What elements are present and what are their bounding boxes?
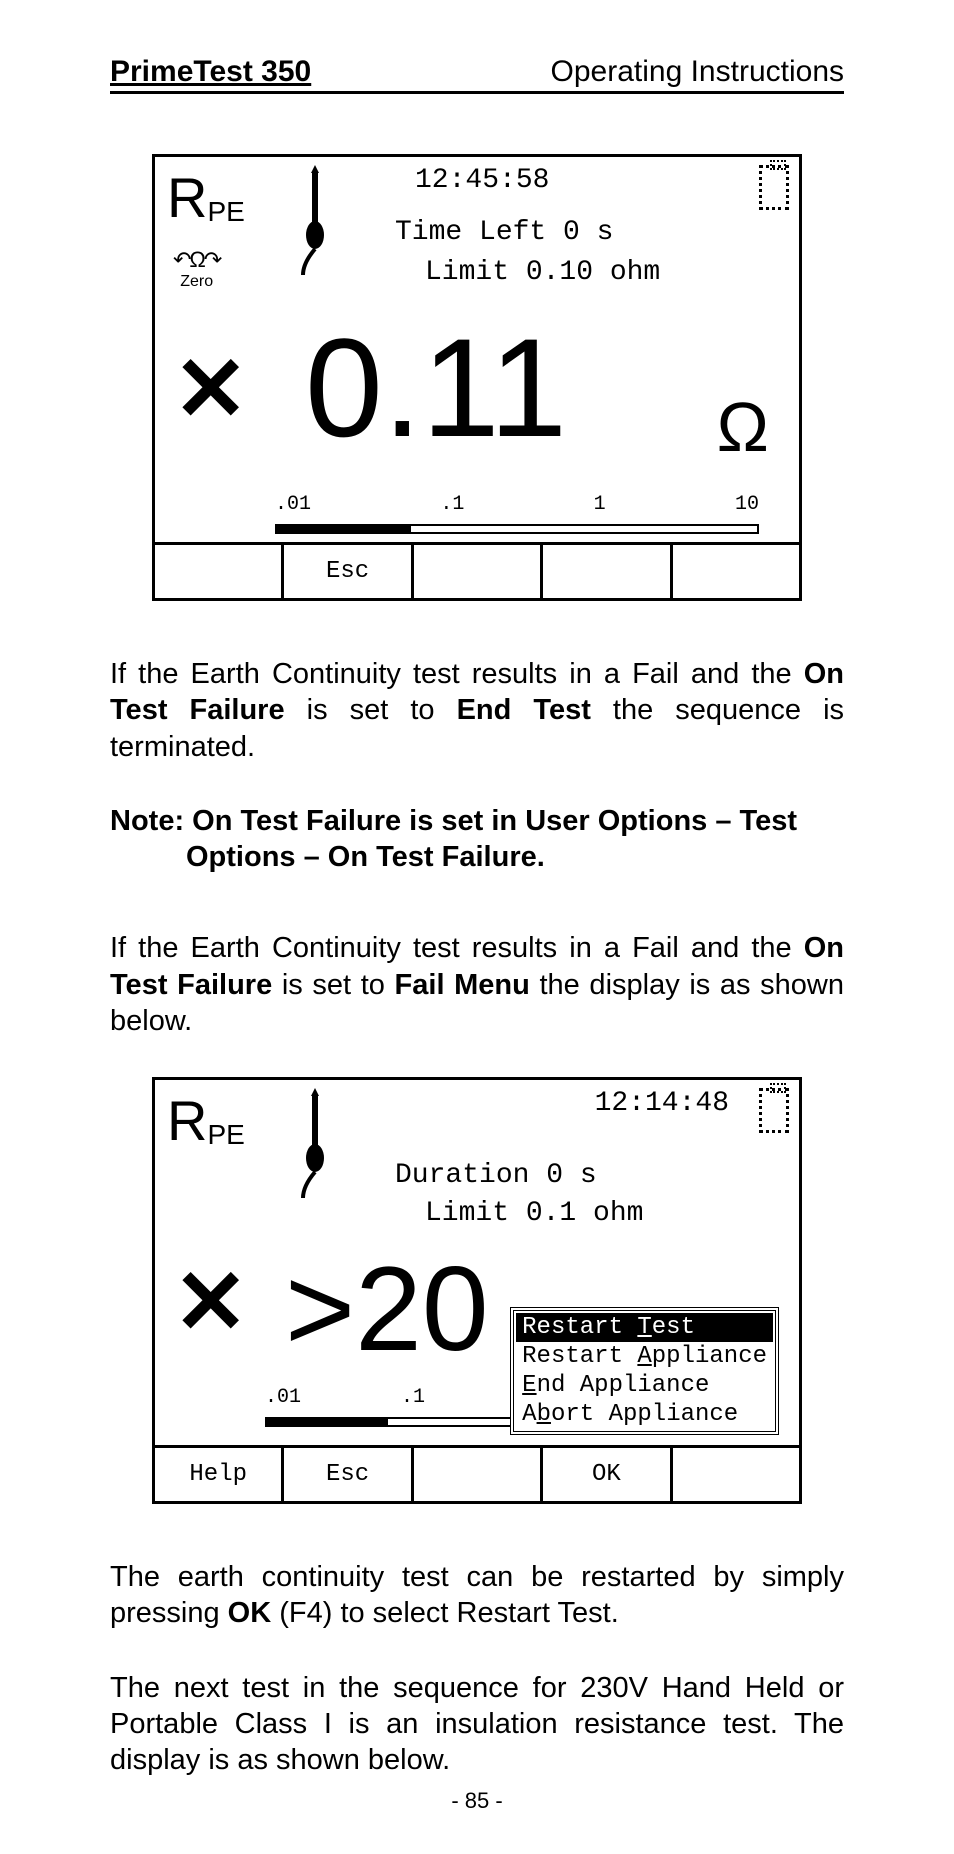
paragraph-4: The next test in the sequence for 230V H… (110, 1670, 844, 1779)
rpe-symbol: RPE (167, 165, 245, 230)
softkey-f1[interactable] (155, 545, 284, 598)
page: PrimeTest 350 Operating Instructions RPE… (0, 0, 954, 1854)
lcd1-scale: .01 .1 1 10 (275, 497, 759, 542)
lcd2-scale-labels: .01 .1 (265, 1386, 539, 1409)
zero-label: Zero (173, 273, 220, 291)
softkey-f3[interactable] (414, 545, 543, 598)
lcd1-scale-labels: .01 .1 1 10 (275, 493, 759, 516)
text: (F4) to select Restart Test. (271, 1597, 619, 1629)
note-line2: Options – On Test Failure (186, 841, 537, 873)
scale-fill (265, 1417, 388, 1427)
text: If the Earth Continuity test results in … (110, 658, 804, 690)
softkey-esc[interactable]: Esc (284, 1448, 413, 1501)
lcd2-duration: Duration 0 s (395, 1160, 597, 1191)
lcd2-mid: ✕ >20 .01 .1 Restart Test Restart Applia… (155, 1250, 799, 1445)
note-line1: Note: On Test Failure is set in User Opt… (110, 805, 797, 837)
bold-text: End Test (457, 694, 591, 726)
bold-text: Fail Menu (395, 969, 530, 1001)
page-header: PrimeTest 350 Operating Instructions (110, 55, 844, 94)
paragraph-2: If the Earth Continuity test results in … (110, 930, 844, 1039)
lcd2-reading: >20 (285, 1240, 489, 1378)
battery-icon (759, 165, 789, 210)
scale-label: .01 (265, 1386, 301, 1409)
bold-text: OK (228, 1597, 272, 1629)
lcd1-reading-row: ✕ 0.11 Ω (155, 327, 799, 497)
menu-end-appliance[interactable]: End Appliance (516, 1371, 773, 1400)
header-section: Operating Instructions (551, 55, 844, 89)
scale-fill (275, 524, 411, 534)
rpe-sub: PE (207, 1119, 244, 1150)
fail-x-icon: ✕ (173, 1250, 248, 1355)
softkey-f5[interactable] (673, 1448, 799, 1501)
lcd1-softkeys: Esc (155, 542, 799, 598)
ohm-icon: Ω (717, 387, 769, 467)
lcd-screen-2: RPE 12:14:48 Duration 0 s Limit 0.1 ohm … (152, 1077, 802, 1504)
softkey-help[interactable]: Help (155, 1448, 284, 1501)
battery-icon (759, 1088, 789, 1133)
fail-x-icon: ✕ (173, 337, 248, 442)
menu-abort-appliance[interactable]: Abort Appliance (516, 1400, 773, 1429)
header-product: PrimeTest 350 (110, 55, 311, 89)
rpe-symbol: RPE (167, 1088, 245, 1153)
softkey-ok[interactable]: OK (543, 1448, 672, 1501)
menu-restart-appliance[interactable]: Restart Appliance (516, 1342, 773, 1371)
lcd1-top: RPE ↶Ω↷ Zero 12:45:58 Time Left 0 s Limi… (155, 157, 799, 327)
softkey-f5[interactable] (673, 545, 799, 598)
lcd1-reading: 0.11 (305, 307, 567, 469)
text: is set to (285, 694, 457, 726)
rpe-r: R (167, 1089, 207, 1152)
lcd1-limit: Limit 0.10 ohm (425, 257, 660, 288)
text: is set to (272, 969, 394, 1001)
scale-label: 1 (594, 493, 606, 516)
softkey-f4[interactable] (543, 545, 672, 598)
scale-label: .1 (440, 493, 464, 516)
lcd2-softkeys: Help Esc OK (155, 1445, 799, 1501)
lcd2-limit: Limit 0.1 ohm (425, 1198, 643, 1229)
menu-restart-test[interactable]: Restart Test (516, 1313, 773, 1342)
softkey-f3[interactable] (414, 1448, 543, 1501)
paragraph-1: If the Earth Continuity test results in … (110, 656, 844, 765)
lcd1-time: 12:45:58 (415, 165, 549, 196)
note-paragraph: Note: On Test Failure is set in User Opt… (110, 803, 844, 876)
zero-arc: ↶Ω↷ (173, 247, 220, 273)
text: If the Earth Continuity test results in … (110, 932, 804, 964)
scale-label: .01 (275, 493, 311, 516)
lcd1-timeleft: Time Left 0 s (395, 217, 613, 248)
lcd2-time: 12:14:48 (595, 1088, 729, 1119)
probe-icon (295, 163, 335, 283)
softkey-f2[interactable]: Esc (284, 545, 413, 598)
rpe-r: R (167, 166, 207, 229)
lcd2-scale: .01 .1 (265, 1390, 539, 1435)
scale-label: 10 (735, 493, 759, 516)
zero-icon: ↶Ω↷ Zero (173, 247, 220, 291)
lcd-screen-1: RPE ↶Ω↷ Zero 12:45:58 Time Left 0 s Limi… (152, 154, 802, 601)
rpe-sub: PE (207, 196, 244, 227)
lcd2-top: RPE 12:14:48 Duration 0 s Limit 0.1 ohm (155, 1080, 799, 1250)
probe-icon (295, 1086, 335, 1206)
scale-label: .1 (401, 1386, 425, 1409)
fail-menu-popup: Restart Test Restart Appliance End Appli… (510, 1307, 779, 1435)
page-number: - 85 - (110, 1788, 844, 1814)
paragraph-3: The earth continuity test can be restart… (110, 1559, 844, 1632)
